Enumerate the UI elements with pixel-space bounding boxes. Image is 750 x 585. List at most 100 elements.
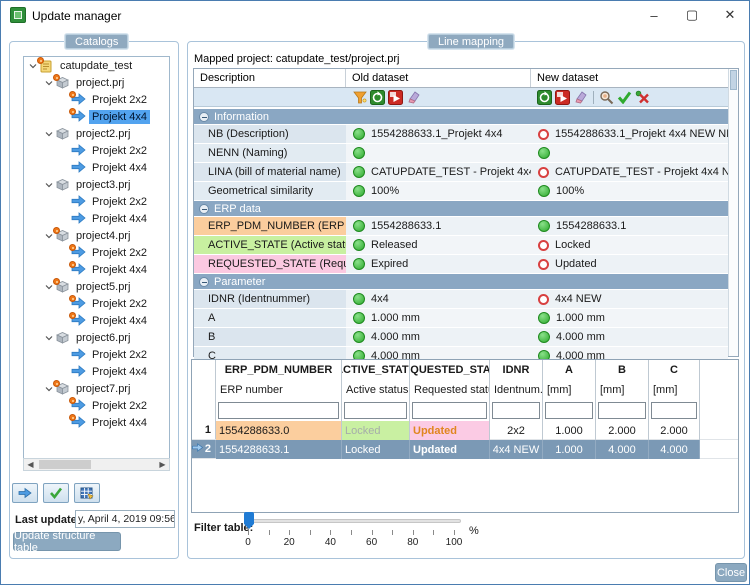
close-button[interactable]: Close [715,563,747,582]
tree-item[interactable]: project2.prj [24,125,169,142]
column-header[interactable]: B [596,360,649,380]
tree-item[interactable]: Projekt 4x4 [24,108,169,125]
new-value-cell: 100% [531,182,728,200]
apply-mapping-button[interactable] [43,483,69,503]
column-filter-input[interactable] [492,402,540,419]
column-header[interactable]: REQUESTED_STATE [410,360,490,380]
status-green-icon [353,166,365,178]
column-header-old-dataset[interactable]: Old dataset [346,69,531,87]
column-filter-input[interactable] [651,402,697,419]
chevron-down-icon[interactable] [43,181,55,189]
tree-item[interactable]: Projekt 2x2 [24,142,169,159]
mapping-row[interactable]: A1.000 mm1.000 mm [194,309,738,327]
tree-item[interactable]: Projekt 4x4 [24,363,169,380]
column-header[interactable]: IDNR [490,360,543,380]
tree-item[interactable]: Projekt 2x2 [24,193,169,210]
section-header[interactable]: Information [194,109,738,124]
status-green-icon [538,220,550,232]
last-update-field[interactable]: y, April 4, 2019 09:56:40 [75,510,175,528]
old-value-cell [346,144,531,162]
maximize-button[interactable]: ▢ [673,1,711,29]
mapping-row[interactable]: REQUESTED_STATE (Requested s...ExpiredUp… [194,255,738,273]
collapse-icon[interactable] [199,112,209,122]
tree-item[interactable]: Projekt 4x4 [24,159,169,176]
close-window-button[interactable]: ✕ [711,1,749,29]
column-header[interactable]: A [543,360,596,380]
tree-item[interactable]: Projekt 2x2 [24,397,169,414]
tree-item[interactable]: Projekt 2x2 [24,295,169,312]
tree-item-label: project6.prj [73,331,133,345]
mapping-row[interactable]: ACTIVE_STATE (Active status)ReleasedLock… [194,236,738,254]
refresh-icon[interactable] [537,90,552,105]
mapping-row[interactable]: LINA (bill of material name)CATUPDATE_TE… [194,163,738,181]
eraser-icon[interactable] [406,90,421,105]
column-header[interactable]: ERP_PDM_NUMBER [216,360,342,380]
accept-icon[interactable] [617,90,632,105]
chevron-down-icon[interactable] [43,130,55,138]
tree-item[interactable]: catupdate_test [24,57,169,74]
old-value-cell: 4x4 [346,290,531,308]
tree-item[interactable]: Projekt 2x2 [24,346,169,363]
column-header[interactable]: ACTIVE_STATE [342,360,410,380]
section-header[interactable]: Parameter [194,274,738,289]
eraser-icon[interactable] [573,90,588,105]
tree-item[interactable]: project4.prj [24,227,169,244]
export-icon[interactable] [555,90,570,105]
tree-item[interactable]: Projekt 4x4 [24,414,169,431]
column-filter-input[interactable] [545,402,593,419]
tree-item[interactable]: project6.prj [24,329,169,346]
table-row[interactable]: 11554288633.0LockedUpdated2x21.0002.0002… [192,421,738,440]
mapping-row[interactable]: B4.000 mm4.000 mm [194,328,738,346]
tree-item[interactable]: project5.prj [24,278,169,295]
scrollbar-thumb[interactable] [730,70,737,90]
tree-item[interactable]: project3.prj [24,176,169,193]
tree-item-label: project3.prj [73,178,133,192]
mapping-row[interactable]: NB (Description)1554288633.1_Projekt 4x4… [194,125,738,143]
column-filter-input[interactable] [412,402,487,419]
tree-item[interactable]: Projekt 4x4 [24,210,169,227]
tree-item[interactable]: Projekt 4x4 [24,261,169,278]
filter-icon[interactable] [352,90,367,105]
tree-item-label: project4.prj [73,229,133,243]
column-header-new-dataset[interactable]: New dataset [531,69,728,87]
refresh-icon[interactable] [370,90,385,105]
tree-item[interactable]: Projekt 2x2 [24,91,169,108]
column-header[interactable]: C [649,360,700,380]
mapping-row[interactable]: IDNR (Identnummer)4x44x4 NEW [194,290,738,308]
new-value-cell: 1.000 mm [531,309,728,327]
filter-slider-track[interactable] [247,519,461,523]
column-filter-input[interactable] [344,402,407,419]
table-edit-icon [80,486,95,501]
tree-item[interactable]: project7.prj [24,380,169,397]
scrollbar-thumb[interactable] [39,460,91,469]
mapping-row[interactable]: NENN (Naming) [194,144,738,162]
mapping-vertical-scrollbar[interactable] [728,69,738,356]
tree-item[interactable]: Projekt 2x2 [24,244,169,261]
section-header[interactable]: ERP data [194,201,738,216]
collapse-icon[interactable] [199,204,209,214]
catalog-icon [39,59,54,73]
scroll-right-icon[interactable]: ▶ [156,460,169,469]
mapping-row[interactable]: Geometrical similarity100%100% [194,182,738,200]
magnifier-icon[interactable] [599,90,614,105]
column-filter-input[interactable] [218,402,339,419]
tree-item[interactable]: project.prj [24,74,169,91]
catalog-tree[interactable]: catupdate_testproject.prjProjekt 2x2Proj… [23,56,170,470]
tree-item[interactable]: Projekt 4x4 [24,312,169,329]
scroll-left-icon[interactable]: ◀ [24,460,37,469]
table-row[interactable]: 21554288633.1LockedUpdated4x4 NEW1.0004.… [192,440,738,459]
reject-icon[interactable] [635,90,650,105]
update-structure-table-button[interactable]: Update structure table [13,532,121,551]
project-icon [55,76,70,90]
tree-horizontal-scrollbar[interactable]: ◀ ▶ [23,458,170,471]
status-green-icon [353,128,365,140]
export-icon[interactable] [388,90,403,105]
mapping-row[interactable]: ERP_PDM_NUMBER (ERP number)1554288633.11… [194,217,738,235]
collapse-icon[interactable] [199,277,209,287]
minimize-button[interactable]: – [635,1,673,29]
chevron-down-icon[interactable] [43,334,55,342]
map-line-button[interactable] [12,483,38,503]
column-header-description[interactable]: Description [194,69,346,87]
column-filter-input[interactable] [598,402,646,419]
structure-table-button[interactable] [74,483,100,503]
